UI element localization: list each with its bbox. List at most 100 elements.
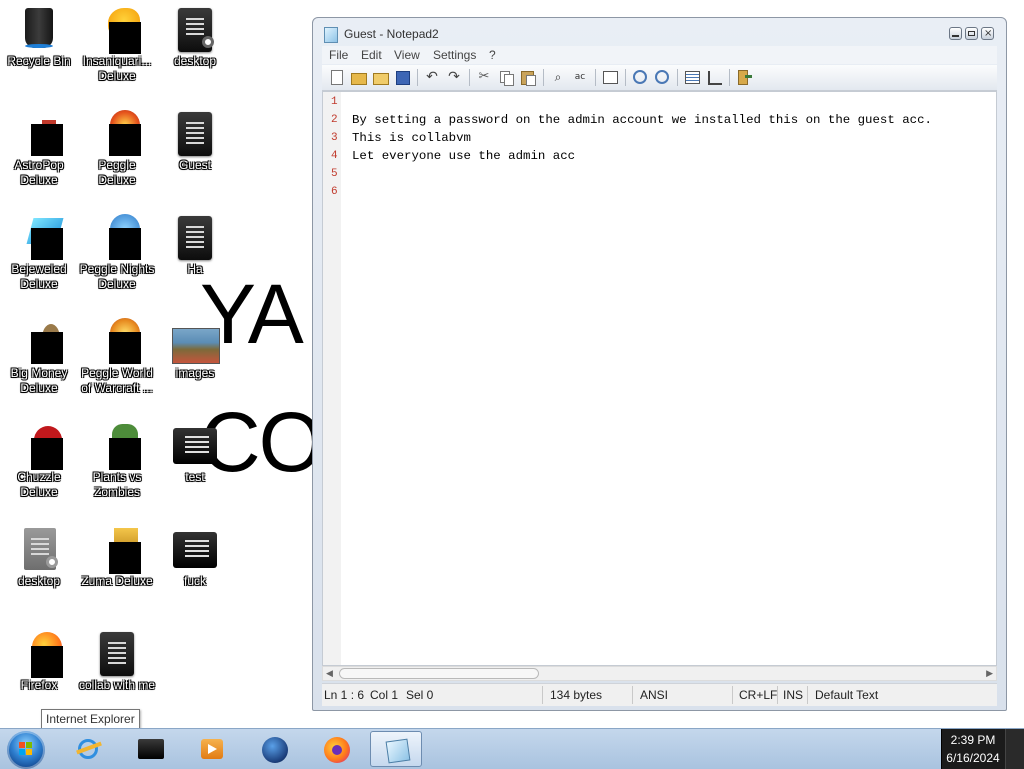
taskbar-firefox[interactable] <box>310 731 362 767</box>
menu-bar: File Edit View Settings ? <box>322 46 997 64</box>
desktop-icon-collab-with-me[interactable]: collab with me <box>78 630 156 694</box>
icon-label: AstroPop Deluxe <box>14 158 64 187</box>
window-title: Guest - Notepad2 <box>344 27 439 41</box>
desktop-icon-peggle[interactable]: Peggle Deluxe <box>78 110 156 188</box>
icon-label: desktop <box>173 54 217 68</box>
icon-label: Firefox <box>20 678 58 692</box>
text-editor[interactable]: 1 2 By setting a password on the admin acc… <box>322 91 997 666</box>
scroll-left-icon[interactable]: ◀ <box>326 669 333 679</box>
desktop-icon-desktop-2[interactable]: desktop <box>0 526 78 589</box>
text-file-icon <box>172 422 218 468</box>
taskbar: 2:39 PM 6/16/2024 <box>0 728 1024 769</box>
zoom-out-icon[interactable] <box>654 69 670 85</box>
clock-date[interactable]: 6/16/2024 <box>942 751 1004 765</box>
minimize-button[interactable] <box>949 27 962 40</box>
line-text[interactable]: Let everyone use the admin acc <box>352 149 575 163</box>
document-icon <box>172 110 218 156</box>
desktop-icon-images[interactable]: images <box>156 318 234 381</box>
desktop-icon-plants-vs-zombies[interactable]: Plants vs Zombies <box>78 422 156 500</box>
line-number: 2 <box>331 114 338 126</box>
desktop-icon-firefox[interactable]: Firefox <box>0 630 78 693</box>
globe-icon <box>262 737 288 763</box>
desktop-icon-peggle-nights[interactable]: Peggle Nights Deluxe <box>78 214 156 292</box>
line-number: 4 <box>331 150 338 162</box>
desktop-icon-zuma[interactable]: Zuma Deluxe <box>78 526 156 589</box>
line-text[interactable]: By setting a password on the admin accou… <box>352 113 932 127</box>
exit-icon[interactable] <box>736 69 752 85</box>
line-number: 1 <box>331 96 338 108</box>
scheme-icon[interactable] <box>684 69 700 85</box>
status-bar: Ln 1 : 6 Col 1 Sel 0 134 bytes ANSI CR+L… <box>322 683 997 706</box>
icon-label: test <box>185 470 205 484</box>
cmd-icon <box>138 737 164 761</box>
show-desktop-button[interactable] <box>1005 729 1024 769</box>
cut-icon[interactable]: ✂ <box>476 69 492 85</box>
desktop-icon-test[interactable]: test <box>156 422 234 485</box>
replace-icon[interactable]: ac <box>572 69 588 85</box>
peggle-wow-icon <box>94 318 141 364</box>
notepad2-icon <box>385 738 411 764</box>
recycle-bin-icon <box>16 6 62 52</box>
desktop-icon-astropop[interactable]: AstroPop Deluxe <box>0 110 78 188</box>
desktop-icon-ha[interactable]: Ha <box>156 214 234 277</box>
taskbar-internet-explorer[interactable] <box>62 731 114 767</box>
taskbar-cmd[interactable] <box>124 731 176 767</box>
scrollbar-thumb[interactable] <box>339 668 539 679</box>
peggle-icon <box>94 110 141 156</box>
word-wrap-icon[interactable] <box>602 69 618 85</box>
new-file-icon[interactable] <box>328 69 344 85</box>
menu-help[interactable]: ? <box>489 48 496 62</box>
icon-label: images <box>175 366 215 380</box>
find-icon[interactable]: ⌕ <box>550 69 566 85</box>
taskbar-media-player[interactable] <box>186 731 238 767</box>
title-bar[interactable]: Guest - Notepad2 × <box>313 18 1006 48</box>
notepad2-window[interactable]: Guest - Notepad2 × File Edit View Settin… <box>312 17 1007 711</box>
taskbar-globe[interactable] <box>248 731 300 767</box>
menu-view[interactable]: View <box>394 48 420 62</box>
menu-edit[interactable]: Edit <box>361 48 382 62</box>
line-text[interactable]: This is collabvm <box>352 131 471 145</box>
desktop-icon-guest[interactable]: Guest <box>156 110 234 173</box>
copy-icon[interactable] <box>498 69 514 86</box>
desktop-icon-peggle-wow[interactable]: Peggle World of Warcraft ... <box>78 318 156 396</box>
icon-label: fuck <box>183 574 206 588</box>
icon-label: Zuma Deluxe <box>81 574 153 588</box>
desktop-icon-chuzzle[interactable]: Chuzzle Deluxe <box>0 422 78 500</box>
desktop-icon-big-money[interactable]: Big Money Deluxe <box>0 318 78 396</box>
desktop-icon-fuck[interactable]: fuck <box>156 526 234 589</box>
desktop-icon-insaniquarium[interactable]: Insaniquari... Deluxe <box>78 6 156 84</box>
desktop-icon-bejeweled[interactable]: Bejeweled Deluxe <box>0 214 78 292</box>
icon-label: Peggle Nights Deluxe <box>79 262 155 291</box>
desktop-icon-desktop[interactable]: desktop <box>156 6 234 69</box>
undo-icon[interactable]: ↶ <box>424 69 440 85</box>
start-button[interactable] <box>7 731 45 769</box>
status-insert-mode: INS <box>783 688 804 702</box>
windows-logo-icon <box>19 742 33 756</box>
desktop-icon-recycle-bin[interactable]: Recycle Bin <box>0 6 78 69</box>
status-column: Col 1 <box>370 688 399 702</box>
menu-settings[interactable]: Settings <box>433 48 476 62</box>
icon-label: Recycle Bin <box>7 54 71 68</box>
system-tray[interactable]: 2:39 PM 6/16/2024 <box>941 729 1024 769</box>
maximize-button[interactable] <box>965 27 978 40</box>
save-icon[interactable] <box>394 69 410 85</box>
open-file-icon[interactable] <box>350 69 367 85</box>
menu-file[interactable]: File <box>329 48 348 62</box>
customize-icon[interactable] <box>706 69 722 85</box>
zoom-in-icon[interactable] <box>632 69 648 85</box>
icon-label: Bejeweled Deluxe <box>11 262 67 291</box>
clock-time[interactable]: 2:39 PM <box>942 733 1004 747</box>
peggle-nights-icon <box>94 214 141 260</box>
horizontal-scrollbar[interactable]: ◀ ▶ <box>322 666 997 681</box>
browse-icon[interactable] <box>372 69 389 85</box>
close-button[interactable]: × <box>981 27 994 40</box>
status-line-ending: CR+LF <box>739 688 778 702</box>
redo-icon[interactable]: ↷ <box>446 69 462 85</box>
scroll-right-icon[interactable]: ▶ <box>986 669 993 679</box>
paste-icon[interactable] <box>520 69 536 86</box>
status-scheme[interactable]: Default Text <box>815 688 878 702</box>
taskbar-notepad2[interactable] <box>370 731 422 767</box>
icon-label: Insaniquari... Deluxe <box>82 54 152 83</box>
document-icon <box>16 526 62 572</box>
icon-label: Ha <box>187 262 203 276</box>
